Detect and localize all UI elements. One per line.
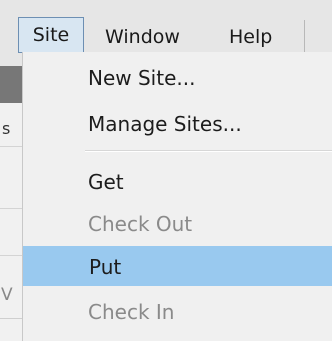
background-divider bbox=[0, 255, 22, 256]
app-window: Site Window Help s V New Site... Manage … bbox=[0, 0, 332, 341]
menu-separator-highlight bbox=[85, 151, 332, 152]
menu-item-label: Get bbox=[88, 170, 124, 194]
menu-item-check-in: Check In bbox=[23, 292, 332, 332]
menu-site[interactable]: Site bbox=[18, 17, 84, 53]
menu-item-label: Put bbox=[89, 255, 122, 279]
menu-item-label: Check Out bbox=[88, 212, 193, 236]
menu-help[interactable]: Help bbox=[229, 20, 272, 54]
background-toolbar-strip bbox=[0, 66, 22, 103]
background-text-fragment: V bbox=[1, 285, 13, 305]
menu-window[interactable]: Window bbox=[105, 20, 180, 54]
site-menu-dropdown: New Site... Manage Sites... Get Check Ou… bbox=[22, 52, 332, 341]
background-divider bbox=[0, 208, 22, 209]
menu-item-check-out: Check Out bbox=[23, 204, 332, 244]
menu-item-label: Manage Sites... bbox=[88, 112, 242, 136]
menu-item-put[interactable]: Put bbox=[23, 246, 332, 286]
menubar-divider bbox=[304, 20, 305, 54]
background-divider bbox=[0, 318, 22, 319]
menu-item-get[interactable]: Get bbox=[23, 162, 332, 202]
background-text-fragment: s bbox=[2, 119, 11, 138]
menu-item-new-site[interactable]: New Site... bbox=[23, 58, 332, 98]
menu-item-manage-sites[interactable]: Manage Sites... bbox=[23, 104, 332, 144]
menu-item-label: New Site... bbox=[88, 66, 196, 90]
background-divider bbox=[0, 146, 22, 147]
menu-item-label: Check In bbox=[88, 300, 175, 324]
